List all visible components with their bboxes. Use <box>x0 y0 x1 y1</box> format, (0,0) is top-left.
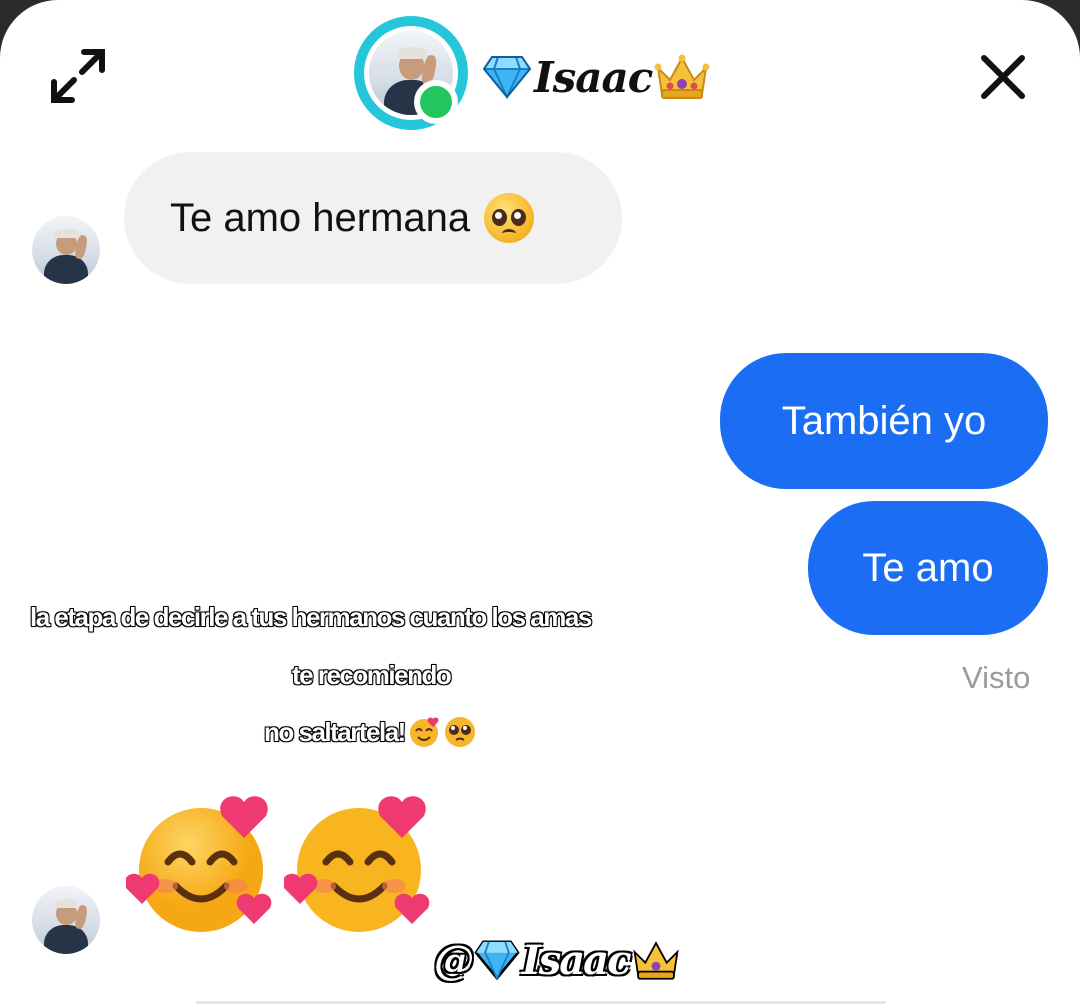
watermark-prefix: @ <box>434 936 474 984</box>
diamond-icon <box>482 56 532 99</box>
pleading-face-icon <box>484 193 535 243</box>
caption-line-3-row: no saltartela! <box>263 714 477 750</box>
incoming-message-bubble[interactable]: Te amo hermana <box>124 152 622 284</box>
contact-name[interactable]: Isaac <box>482 52 710 102</box>
chat-sheet: Isaac Te amo hermana También yo Te amo V… <box>0 0 1080 1004</box>
pleading-face-icon <box>444 717 475 747</box>
message-text: Te amo <box>862 545 994 590</box>
sender-avatar[interactable] <box>32 216 100 284</box>
message-text: Te amo hermana <box>170 195 471 240</box>
sender-avatar[interactable] <box>32 886 100 954</box>
smiling-face-with-hearts-icon <box>409 717 439 747</box>
read-receipt: Visto <box>962 660 1031 695</box>
caption-line-3: no saltartela! <box>263 716 407 748</box>
watermark: @ Isaac <box>434 932 681 988</box>
caption-line-2: te recomiendo <box>291 659 452 691</box>
watermark-name: Isaac <box>522 936 631 984</box>
crown-icon <box>633 941 680 980</box>
diamond-icon <box>474 940 520 980</box>
contact-name-text: Isaac <box>534 52 653 102</box>
outgoing-message-bubble[interactable]: Te amo <box>808 501 1048 635</box>
online-status-dot <box>414 80 458 124</box>
smiling-face-with-hearts-icon[interactable] <box>126 790 276 940</box>
outgoing-message-bubble[interactable]: También yo <box>720 353 1048 489</box>
smiling-face-with-hearts-icon[interactable] <box>284 790 434 940</box>
close-icon[interactable] <box>970 44 1036 110</box>
expand-icon[interactable] <box>46 44 110 108</box>
crown-icon <box>654 54 710 99</box>
caption-line-1: la etapa de decirle a tus hermanos cuant… <box>29 601 593 633</box>
message-text: También yo <box>781 398 987 443</box>
